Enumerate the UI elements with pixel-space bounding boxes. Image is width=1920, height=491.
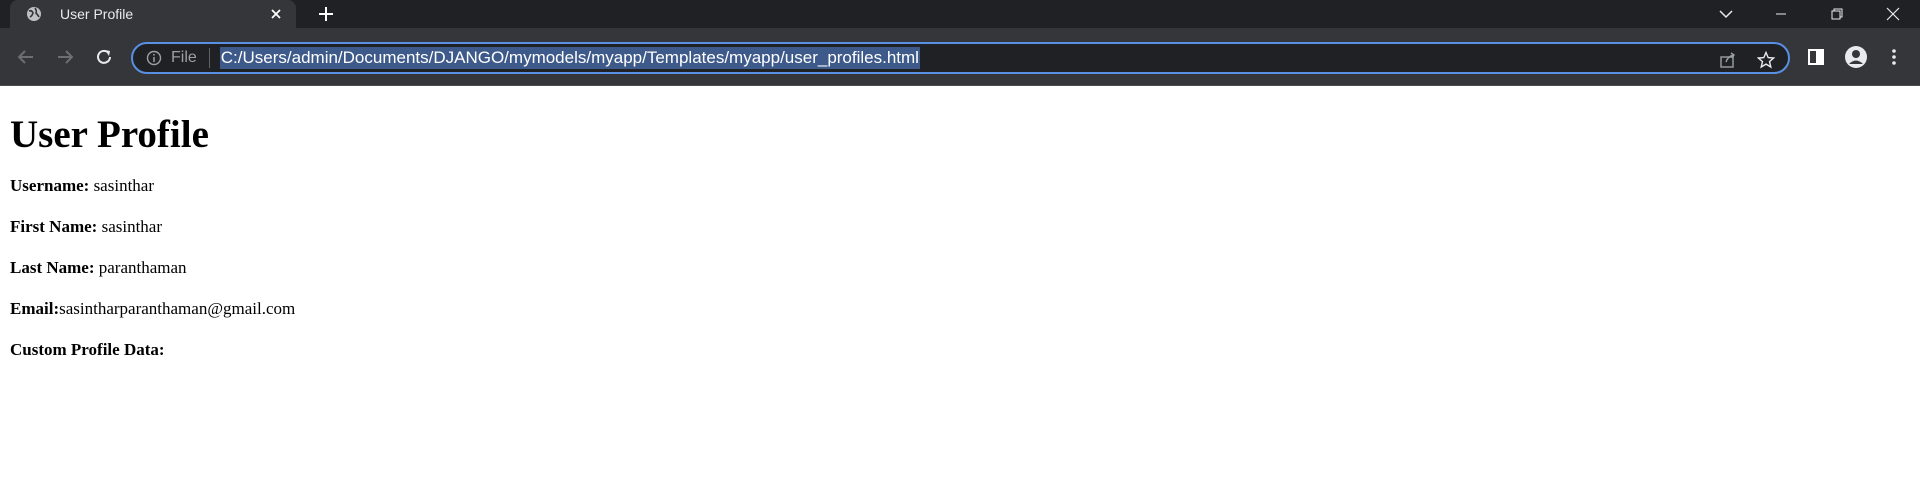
share-icon[interactable] — [1717, 49, 1739, 71]
page-content: User Profile Username: sasinthar First N… — [0, 112, 1920, 360]
username-field: Username: sasinthar — [10, 175, 1910, 196]
url-text[interactable]: C:/Users/admin/Documents/DJANGO/mymodels… — [219, 47, 920, 69]
back-arrow-icon[interactable] — [11, 42, 41, 72]
page-title: User Profile — [10, 113, 209, 156]
email-field: Email:sasintharparanthaman@gmail.com — [10, 298, 1910, 319]
bookmark-star-icon[interactable] — [1755, 49, 1777, 71]
globe-icon — [25, 5, 43, 23]
tab-search-chevron-icon[interactable] — [1703, 0, 1749, 28]
field-label: Email: — [10, 299, 60, 318]
minimize-icon[interactable] — [1758, 0, 1804, 28]
reload-icon[interactable] — [89, 42, 119, 72]
field-label: Username: — [10, 176, 90, 195]
first-name-field: First Name: sasinthar — [10, 216, 1910, 237]
field-value: sasintharparanthaman@gmail.com — [59, 299, 296, 318]
tab-strip: User Profile — [0, 0, 1920, 28]
restore-icon[interactable] — [1814, 0, 1860, 28]
scheme-label: File — [171, 49, 197, 66]
tab-title: User Profile — [60, 6, 134, 22]
close-tab-icon[interactable] — [266, 4, 286, 24]
field-value: sasinthar — [89, 176, 154, 195]
last-name-field: Last Name: paranthaman — [10, 257, 1910, 278]
info-icon[interactable] — [145, 49, 163, 67]
browser-tab[interactable]: User Profile — [10, 0, 296, 28]
address-bar[interactable]: File C:/Users/admin/Documents/DJANGO/mym… — [131, 42, 1790, 74]
profile-avatar-icon[interactable] — [1843, 44, 1869, 70]
field-value: sasinthar — [97, 217, 163, 236]
close-window-icon[interactable] — [1870, 0, 1916, 28]
field-label: Custom Profile Data: — [10, 340, 165, 359]
browser-toolbar: File C:/Users/admin/Documents/DJANGO/mym… — [0, 28, 1920, 86]
forward-arrow-icon[interactable] — [50, 42, 80, 72]
side-panel-icon[interactable] — [1803, 44, 1829, 70]
field-label: Last Name: — [10, 258, 95, 277]
field-label: First Name: — [10, 217, 98, 236]
custom-profile-data-field: Custom Profile Data: — [10, 339, 1910, 360]
field-value: paranthaman — [94, 258, 187, 277]
more-menu-icon[interactable] — [1881, 44, 1907, 70]
new-tab-icon[interactable] — [315, 3, 337, 25]
address-separator — [208, 48, 210, 68]
